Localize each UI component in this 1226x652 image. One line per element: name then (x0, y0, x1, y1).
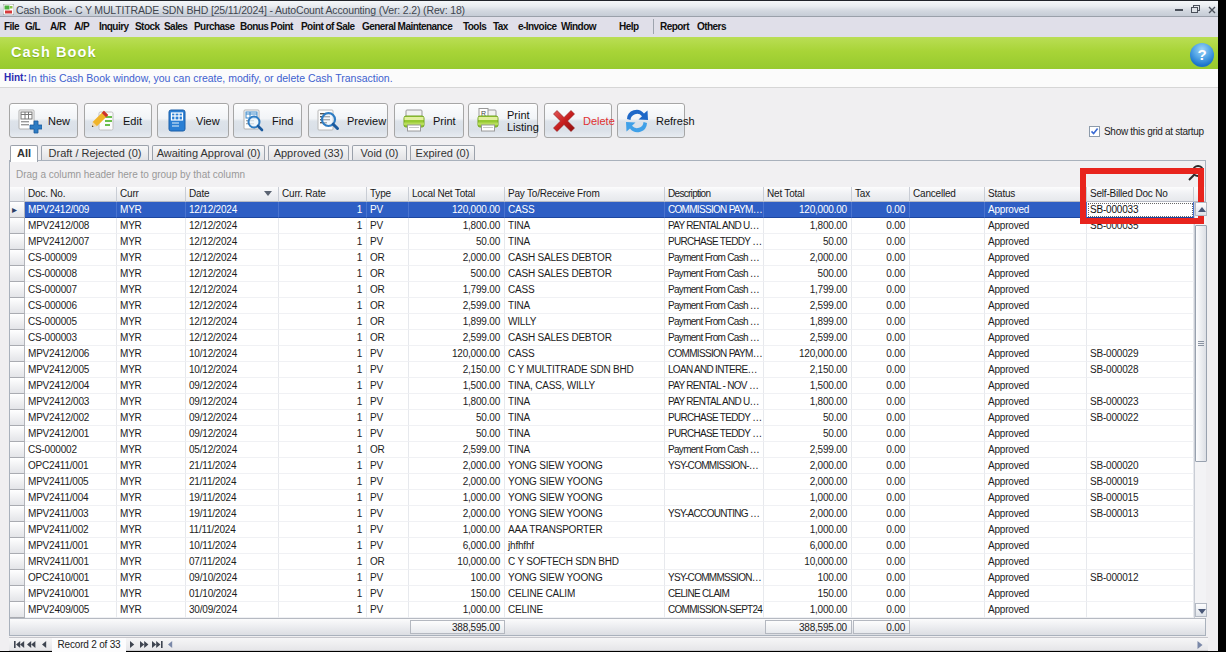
svg-text:R: R (481, 110, 486, 117)
